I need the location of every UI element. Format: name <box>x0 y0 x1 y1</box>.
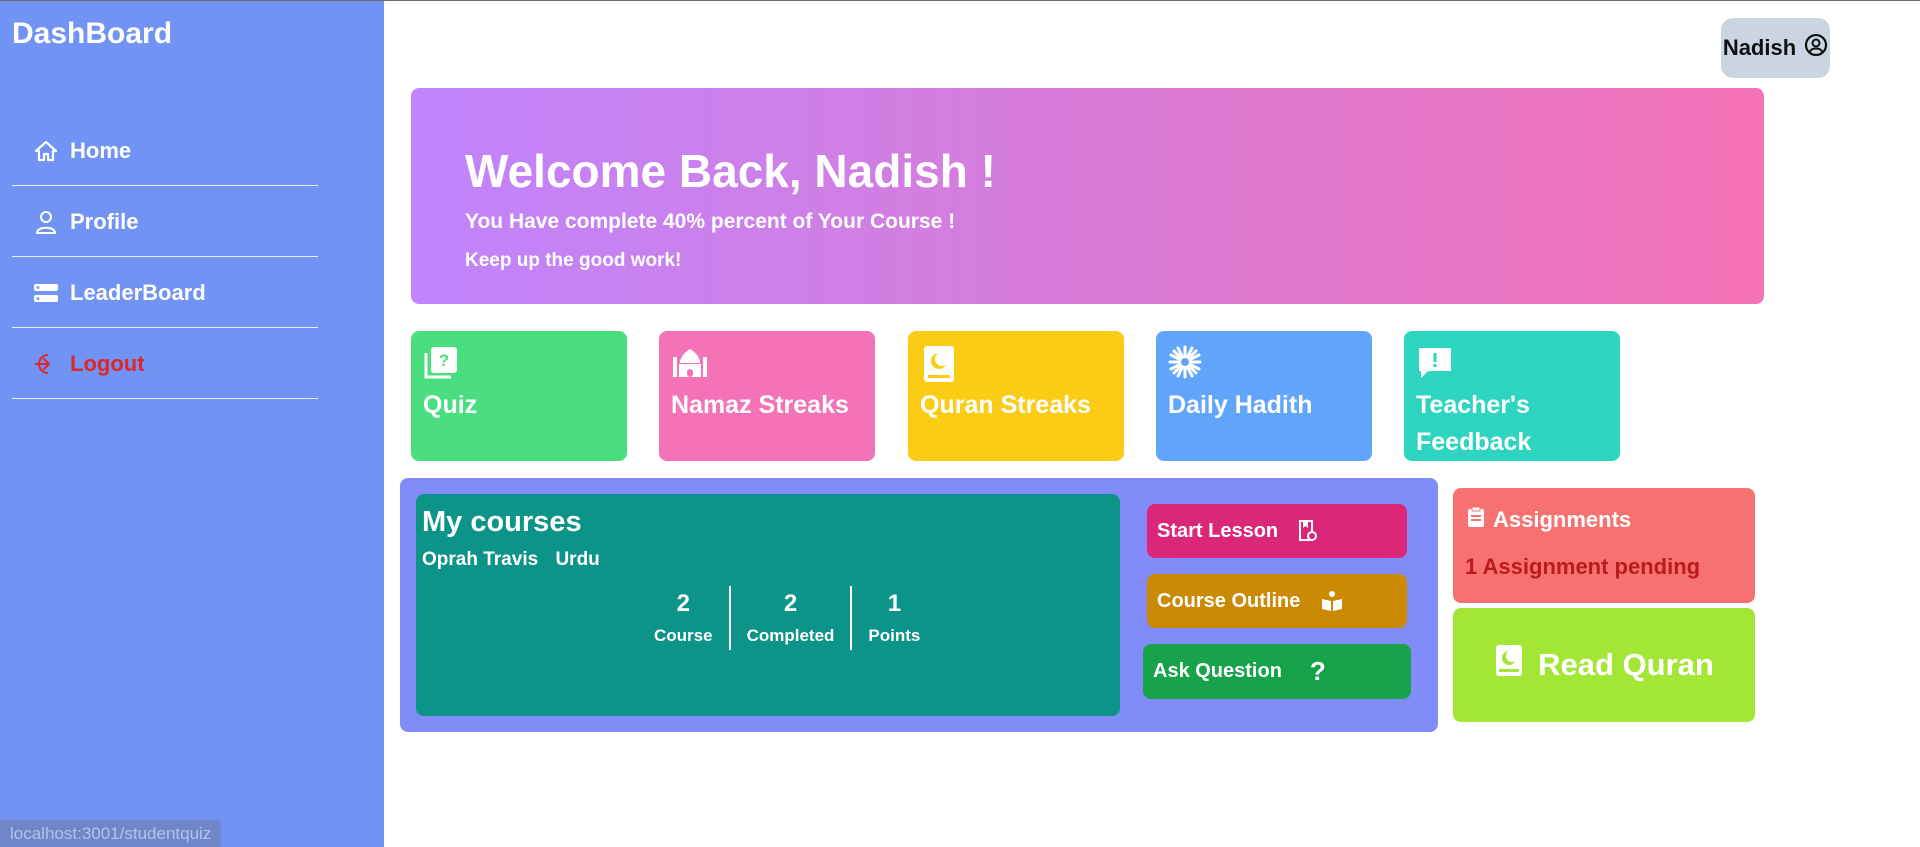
tile-daily-hadith[interactable]: Daily Hadith <box>1156 331 1372 461</box>
tile-quiz[interactable]: ? Quiz <box>411 331 627 461</box>
assignments-title: Assignments <box>1493 507 1632 532</box>
lesson-icon <box>1298 520 1318 542</box>
tile-teachers-feedback[interactable]: Teacher's Feedback <box>1404 331 1620 461</box>
svg-text:?: ? <box>439 351 449 370</box>
stat-label: Completed <box>746 626 835 645</box>
assignments-header: Assignments <box>1467 506 1631 534</box>
courses-panel: My courses Oprah Travis Urdu 2 Course 2 … <box>400 478 1438 732</box>
course-meta: Oprah Travis Urdu <box>422 549 600 571</box>
tile-label: Quiz <box>423 391 478 419</box>
course-language: Urdu <box>555 549 600 570</box>
encouragement-message: Keep up the good work! <box>465 250 682 271</box>
sidebar-item-home[interactable]: Home <box>12 116 318 186</box>
course-stats: 2 Course 2 Completed 1 Points <box>638 586 936 650</box>
welcome-banner: Welcome Back, Nadish ! You Have complete… <box>411 88 1764 304</box>
tile-label: Daily Hadith <box>1168 391 1313 419</box>
assignments-card[interactable]: Assignments 1 Assignment pending <box>1453 488 1755 603</box>
welcome-title: Welcome Back, Nadish ! <box>465 145 996 197</box>
tile-label: Quran Streaks <box>920 391 1091 419</box>
ask-question-button[interactable]: Ask Question ? <box>1143 644 1411 699</box>
button-label: Course Outline <box>1157 589 1301 612</box>
stat-label: Points <box>868 626 921 645</box>
user-menu-button[interactable]: Nadish <box>1721 18 1830 78</box>
assignments-pending: 1 Assignment pending <box>1465 554 1701 579</box>
stat-label: Course <box>654 626 713 645</box>
teacher-name: Oprah Travis <box>422 549 539 570</box>
starburst-icon <box>1168 345 1204 381</box>
tile-label: Namaz Streaks <box>671 391 849 419</box>
home-icon <box>32 137 60 165</box>
stat-course: 2 Course <box>638 586 729 650</box>
my-courses-title: My courses <box>422 506 582 538</box>
tile-quran-streaks[interactable]: Quran Streaks <box>908 331 1124 461</box>
read-quran-label: Read Quran <box>1538 647 1714 682</box>
stat-value: 2 <box>783 590 798 617</box>
clipboard-icon <box>1467 506 1485 534</box>
sidebar-item-logout[interactable]: Logout <box>12 329 318 399</box>
stat-value: 2 <box>676 590 690 617</box>
quran-icon <box>920 345 956 382</box>
sidebar-item-label: LeaderBoard <box>70 279 206 305</box>
sidebar-item-label: Logout <box>70 350 145 376</box>
start-lesson-button[interactable]: Start Lesson <box>1147 504 1407 558</box>
progress-message: You Have complete 40% percent of Your Co… <box>465 210 956 233</box>
sidebar-item-label: Profile <box>70 208 139 234</box>
feedback-icon <box>1416 345 1452 381</box>
server-icon <box>32 279 60 307</box>
user-icon <box>32 208 60 236</box>
tile-label: Teacher's Feedback <box>1416 391 1532 456</box>
quran-icon <box>1494 644 1524 686</box>
read-quran-button[interactable]: Read Quran <box>1453 608 1755 722</box>
stat-value: 1 <box>887 590 902 617</box>
open-book-icon <box>1320 590 1344 612</box>
my-courses-card[interactable]: My courses Oprah Travis Urdu 2 Course 2 … <box>416 494 1120 716</box>
question-icon: ? <box>1309 656 1326 686</box>
mosque-icon <box>671 345 707 381</box>
sidebar-item-leaderboard[interactable]: LeaderBoard <box>12 258 318 328</box>
logout-icon <box>32 350 60 378</box>
user-name: Nadish <box>1722 35 1797 60</box>
stat-completed: 2 Completed <box>728 586 851 650</box>
button-label: Start Lesson <box>1157 519 1279 542</box>
sidebar-item-profile[interactable]: Profile <box>12 187 318 257</box>
sidebar: DashBoard Home Profile LeaderBoard Logou… <box>0 1 384 847</box>
status-url: localhost:3001/studentquiz <box>0 820 222 847</box>
course-outline-button[interactable]: Course Outline <box>1147 574 1407 628</box>
button-label: Ask Question <box>1153 660 1282 682</box>
quiz-book-icon: ? <box>423 345 459 381</box>
sidebar-item-label: Home <box>70 137 132 163</box>
user-circle-icon <box>1804 33 1828 63</box>
stat-points: 1 Points <box>850 586 936 650</box>
brand-title: DashBoard <box>12 17 173 50</box>
tile-namaz-streaks[interactable]: Namaz Streaks <box>659 331 875 461</box>
